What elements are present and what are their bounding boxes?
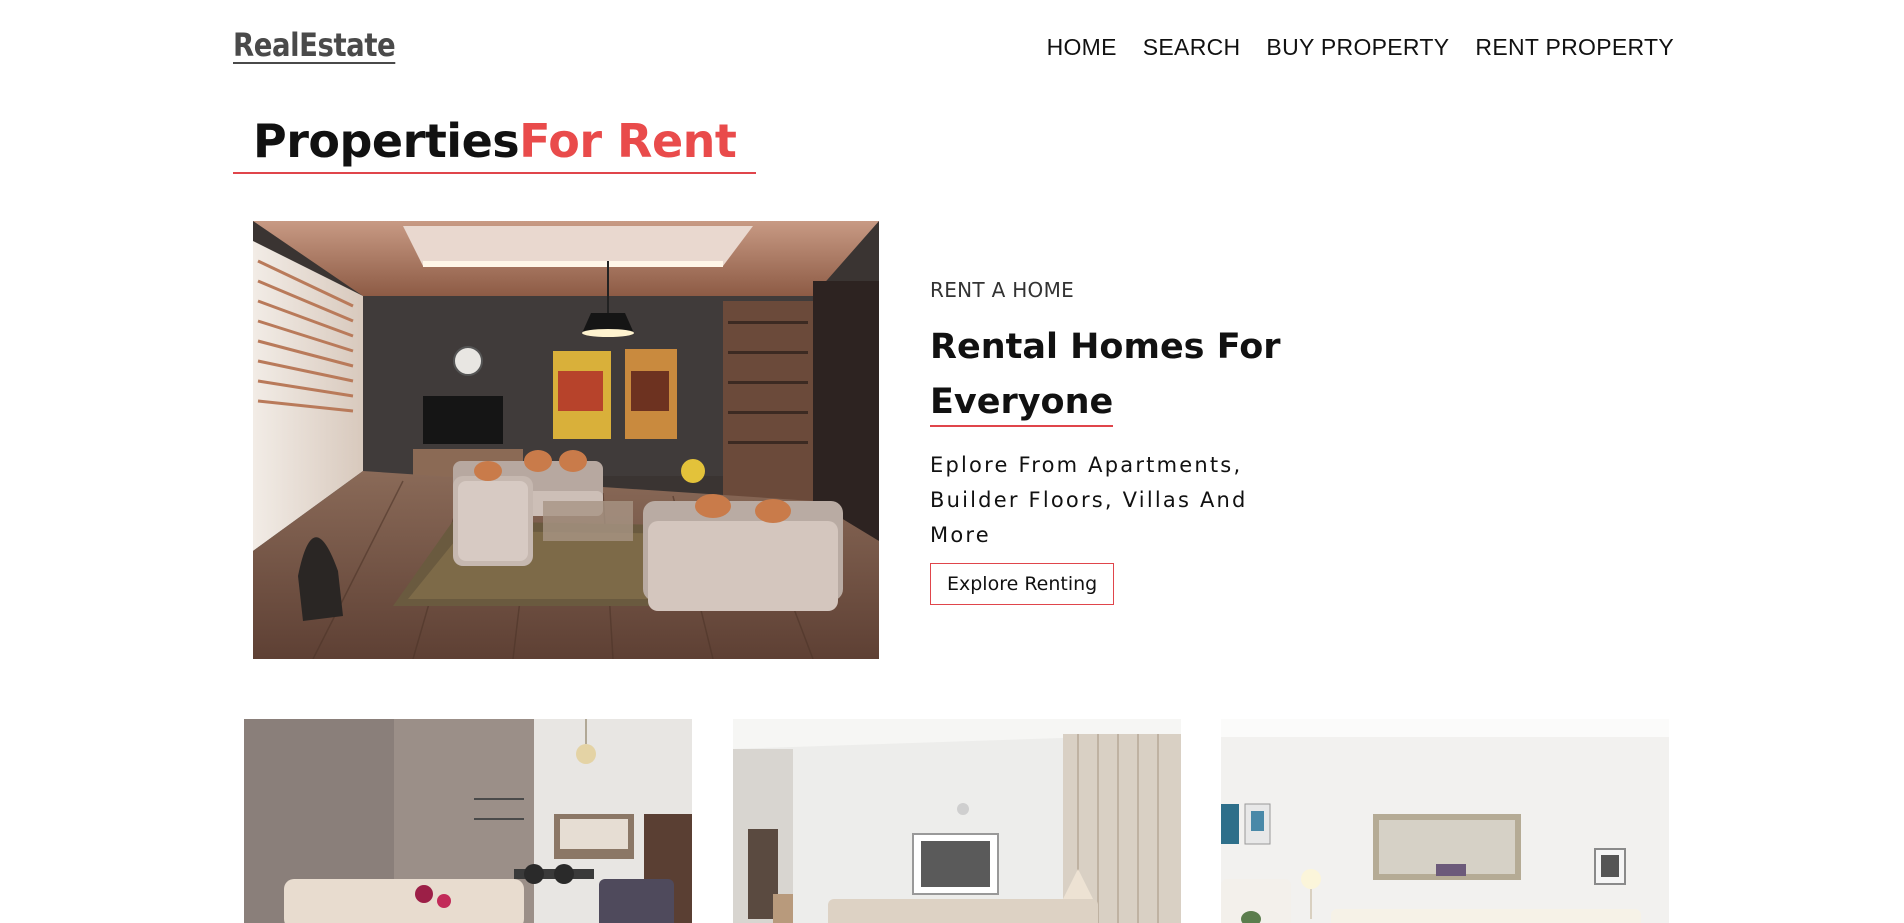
hero-living-room-image [253, 221, 879, 659]
hero-description: Eplore From Apartments, Builder Floors, … [930, 453, 1248, 547]
explore-renting-button[interactable]: Explore Renting [930, 563, 1115, 605]
main-nav: HOME SEARCH BUY PROPERTY RENT PROPERTY [1047, 34, 1674, 61]
property-card-image[interactable] [733, 719, 1181, 923]
hero-content: RENT A HOME Rental Homes For Everyone Ep… [930, 278, 1290, 605]
hero-heading: Rental Homes For Everyone [930, 320, 1290, 430]
hero-heading-line1: Rental Homes For [930, 327, 1281, 367]
property-card-image[interactable] [244, 719, 692, 923]
hero-eyebrow: RENT A HOME [930, 278, 1075, 302]
hero-heading-line2: Everyone [930, 379, 1114, 427]
nav-buy-property[interactable]: BUY PROPERTY [1266, 34, 1449, 61]
page-title-accent: For Rent [519, 114, 737, 168]
nav-search[interactable]: SEARCH [1143, 34, 1241, 61]
site-logo[interactable]: RealEstate [233, 26, 396, 64]
page-title-main: Properties [253, 114, 520, 168]
property-card-image[interactable] [1221, 719, 1669, 923]
page-title: PropertiesFor Rent [233, 112, 757, 174]
nav-home[interactable]: HOME [1047, 34, 1117, 61]
nav-rent-property[interactable]: RENT PROPERTY [1475, 34, 1674, 61]
